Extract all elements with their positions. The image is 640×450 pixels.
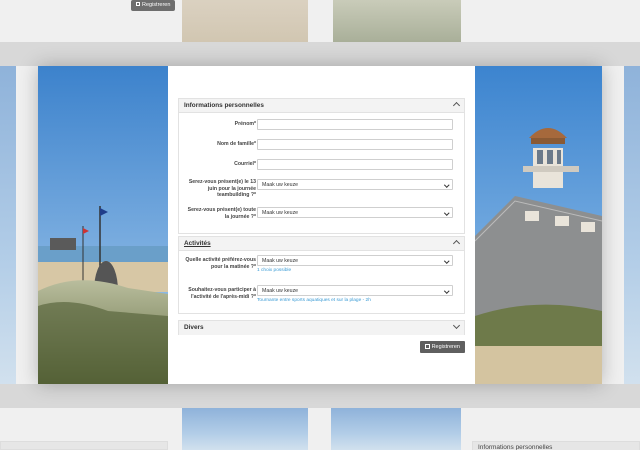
bg-photo-top-2 (333, 0, 461, 42)
bg-photo-right-edge (624, 66, 640, 384)
field-label: Souhaitez-vous participer à l'activité d… (188, 287, 256, 300)
firstname-input[interactable] (257, 119, 453, 130)
bg-divider (0, 441, 168, 450)
chevron-down-icon (443, 209, 449, 215)
panel-header-personal[interactable]: Informations personnelles (179, 99, 464, 113)
beach-photo-left (38, 66, 168, 384)
lastname-input[interactable] (257, 139, 453, 150)
bg-photo-bottom-1 (182, 408, 308, 450)
select-value: Maak uw keuze (262, 288, 299, 294)
lighthouse-illustration (475, 66, 602, 384)
presence-day-select[interactable]: Maak uw keuze (257, 207, 453, 218)
edit-icon (136, 2, 140, 6)
field-hint: Tournante entre sports aquatiques et sur… (257, 298, 371, 303)
field-label: Quelle activité préférez-vous pour la ma… (185, 257, 256, 270)
panel-title: Divers (184, 324, 204, 331)
field-label: Courriel* (234, 161, 256, 167)
register-button[interactable]: Registreren (419, 341, 465, 353)
field-label: Nom de famille* (217, 141, 256, 147)
morning-activity-select[interactable]: Maak uw keuze (257, 255, 453, 266)
chevron-down-icon[interactable] (452, 321, 461, 330)
field-label: Serez-vous présent(e) toute la journée ?… (187, 207, 256, 220)
email-input[interactable] (257, 159, 453, 170)
registration-form: Informations personnelles Prénom* Nom de… (168, 66, 475, 384)
bg-card-top (0, 0, 640, 42)
panel-header-misc[interactable]: Divers (179, 321, 464, 335)
bg-photo-left-edge (0, 66, 16, 384)
bg-photo-top-1 (182, 0, 308, 42)
chevron-down-icon (443, 257, 449, 263)
chevron-down-icon (443, 287, 449, 293)
field-label: Prénom* (234, 121, 256, 127)
afternoon-activity-select[interactable]: Maak uw keuze (257, 285, 453, 296)
select-value: Maak uw keuze (262, 182, 299, 188)
select-value: Maak uw keuze (262, 258, 299, 264)
panel-header-activities[interactable]: Activités (179, 237, 464, 251)
panel-personal-info: Informations personnelles Prénom* Nom de… (178, 98, 465, 234)
edit-icon (424, 343, 430, 349)
registration-modal: Informations personnelles Prénom* Nom de… (38, 66, 602, 384)
panel-activities: Activités Quelle activité préférez-vous … (178, 236, 465, 314)
chevron-up-icon[interactable] (452, 101, 461, 110)
beach-illustration (38, 66, 168, 384)
bg-section-header: Informations personnelles (472, 441, 640, 450)
select-value: Maak uw keuze (262, 210, 299, 216)
field-label: Serez-vous présent(e) le 13 juin pour la… (188, 179, 256, 199)
chevron-up-icon[interactable] (452, 239, 461, 248)
panel-misc: Divers (178, 320, 465, 335)
lighthouse-photo-right (475, 66, 602, 384)
bg-register-button[interactable]: Registreren (131, 0, 176, 11)
presence-june-select[interactable]: Maak uw keuze (257, 179, 453, 190)
panel-title: Activités (184, 240, 211, 247)
bg-photo-bottom-2 (331, 408, 461, 450)
field-hint: 1 choix possible (257, 268, 292, 273)
chevron-down-icon (443, 181, 449, 187)
register-button-label: Registreren (431, 344, 460, 350)
panel-title: Informations personnelles (184, 102, 264, 109)
